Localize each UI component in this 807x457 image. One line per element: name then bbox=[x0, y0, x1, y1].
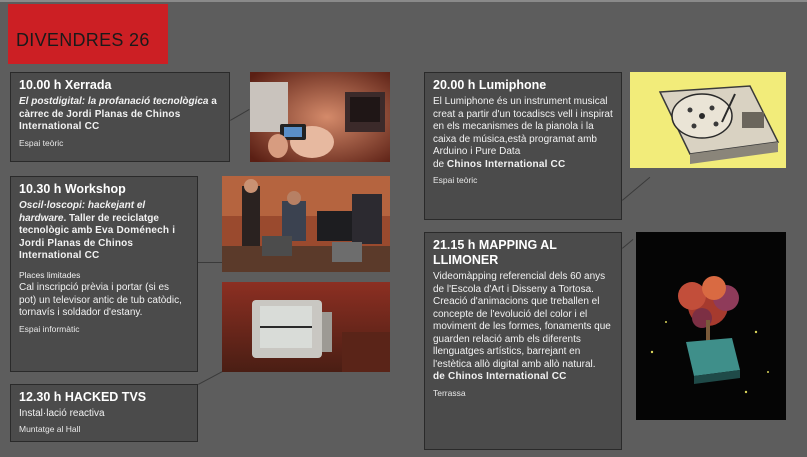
event-text: Videomàpping referencial dels 60 anys de… bbox=[433, 271, 611, 370]
event-description: Instal·lació reactiva bbox=[19, 408, 105, 419]
event-time: 12.30 h HACKED TVS bbox=[19, 390, 147, 404]
requirements-note: Cal inscripció prèvia i portar (si es po… bbox=[19, 282, 182, 318]
event-time: 20.00 h Lumiphone bbox=[433, 78, 547, 92]
speaker-name: Jordi Planas bbox=[66, 108, 129, 120]
event-time: 10.30 h Workshop bbox=[19, 182, 126, 196]
event-card-mapping: 21.15 h MAPPING AL LLIMONER Videomàpping… bbox=[424, 232, 622, 450]
photo-mapping bbox=[636, 232, 786, 420]
event-venue: Espai teòric bbox=[433, 175, 478, 185]
places-note: Places limitades bbox=[19, 269, 81, 280]
event-description: El Lumiphone és un instrument musical cr… bbox=[433, 96, 613, 171]
organizer-name: Chinos International CC bbox=[446, 158, 566, 170]
text-fragment: de bbox=[80, 237, 99, 249]
day-title: DIVENDRES 26 bbox=[16, 30, 150, 50]
event-time: 21.15 h MAPPING AL LLIMONER bbox=[433, 238, 557, 267]
event-description: Videomàpping referencial dels 60 anys de… bbox=[433, 271, 613, 384]
connector-line bbox=[198, 369, 225, 385]
photo-hacked-tvs bbox=[222, 282, 390, 372]
text-fragment: de bbox=[128, 108, 146, 120]
organizer-name: de Chinos International CC bbox=[433, 371, 567, 382]
event-card-xerrada: 10.00 h Xerrada El postdigital: la profa… bbox=[10, 72, 230, 162]
event-venue: Espai teòric bbox=[19, 137, 64, 148]
photo-lumiphone bbox=[630, 72, 786, 168]
event-title: El postdigital: la profanació tecnològic… bbox=[19, 96, 209, 107]
photo-turntable bbox=[630, 72, 786, 168]
event-description: El postdigital: la profanació tecnològic… bbox=[19, 96, 221, 134]
photo-workshop bbox=[222, 176, 390, 272]
event-venue: Terrassa bbox=[433, 387, 466, 398]
event-text: El Lumiphone és un instrument musical cr… bbox=[433, 96, 613, 157]
connector-line bbox=[622, 176, 651, 201]
day-header: DIVENDRES 26 bbox=[8, 4, 168, 64]
connector-line bbox=[622, 239, 634, 249]
event-venue: Muntatge al Hall bbox=[19, 423, 81, 434]
event-venue: Espai informàtic bbox=[19, 323, 80, 334]
photo-tv-scene bbox=[222, 282, 390, 372]
text-fragment: de bbox=[433, 158, 447, 170]
connector-line bbox=[198, 262, 224, 263]
top-rule bbox=[0, 0, 807, 2]
event-card-hacked-tvs: 12.30 h HACKED TVS Instal·lació reactiva… bbox=[10, 384, 198, 442]
event-card-lumiphone: 20.00 h Lumiphone El Lumiphone és un ins… bbox=[424, 72, 622, 220]
photo-xerrada bbox=[250, 72, 390, 162]
event-time: 10.00 h Xerrada bbox=[19, 78, 112, 92]
photo-tree-projection bbox=[636, 232, 786, 420]
photo-talk-scene bbox=[250, 72, 390, 162]
event-description: Oscil·loscopi: hackejant el hardware. Ta… bbox=[19, 200, 189, 320]
connector-line bbox=[230, 109, 250, 121]
photo-workshop-scene bbox=[222, 176, 390, 272]
event-card-workshop: 10.30 h Workshop Oscil·loscopi: hackejan… bbox=[10, 176, 198, 372]
